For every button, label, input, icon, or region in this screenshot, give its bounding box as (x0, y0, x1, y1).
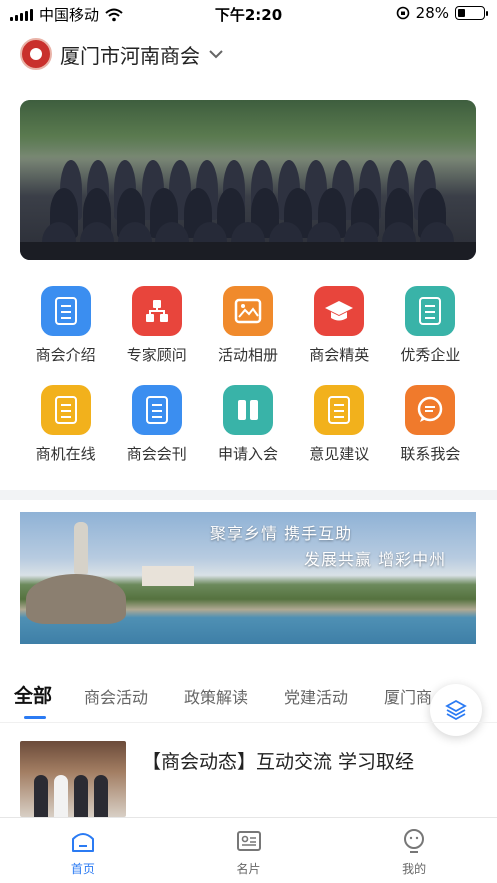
grid-item-contact[interactable]: 联系我会 (385, 385, 476, 464)
news-thumbnail (20, 741, 126, 817)
news-title: 【商会动态】互动交流 学习取经 (142, 751, 415, 773)
layers-icon (445, 699, 467, 721)
clipboard-icon (405, 286, 456, 336)
tab-policy[interactable]: 政策解读 (184, 684, 248, 708)
group-photo-banner[interactable] (20, 100, 476, 260)
banner-slogan-2: 发展共赢 增彩中州 (304, 550, 447, 569)
columns-icon (222, 385, 273, 435)
profile-icon (404, 829, 425, 853)
graduation-cap-icon (314, 286, 365, 336)
function-grid: 商会介绍 专家顾问 活动相册 商会精英 优秀企业 商机在线 商会会刊 申请入会 (20, 286, 476, 464)
note-add-icon (40, 385, 91, 435)
grid-item-label: 专家顾问 (126, 346, 187, 364)
grid-item-label: 商会会刊 (126, 445, 187, 463)
grid-item-elite[interactable]: 商会精英 (294, 286, 385, 365)
orientation-lock-icon (396, 6, 409, 20)
active-tab-indicator (24, 716, 46, 719)
tab-activities[interactable]: 商会活动 (84, 684, 148, 708)
banner-slogan-1: 聚享乡情 携手互助 (210, 524, 353, 543)
tab-xiamen[interactable]: 厦门商 (384, 684, 432, 708)
home-icon (71, 833, 94, 852)
grid-item-enterprises[interactable]: 优秀企业 (385, 286, 476, 365)
org-title: 厦门市河南商会 (60, 43, 200, 68)
battery-percent: 28% (415, 4, 449, 22)
status-bar: 中国移动 下午2:20 28% (0, 0, 497, 28)
org-chart-icon (131, 286, 182, 336)
grid-item-label: 申请入会 (217, 445, 278, 463)
grid-item-experts[interactable]: 专家顾问 (111, 286, 202, 365)
nav-card[interactable]: 名片 (166, 818, 332, 883)
news-item[interactable]: 【商会动态】互动交流 学习取经 (0, 722, 497, 818)
org-switcher[interactable]: 厦门市河南商会 (20, 38, 224, 70)
document-icon (40, 286, 91, 336)
nav-profile[interactable]: 我的 (331, 818, 497, 883)
tab-party[interactable]: 党建活动 (284, 684, 348, 708)
section-divider (0, 490, 497, 500)
nav-home[interactable]: 首页 (0, 818, 166, 883)
grid-item-label: 商会精英 (309, 346, 370, 364)
nav-label: 我的 (402, 862, 427, 876)
tab-all[interactable]: 全部 (14, 681, 52, 708)
category-tabs: 全部 商会活动 政策解读 党建活动 厦门商 河 (0, 676, 497, 722)
grid-item-label: 商会介绍 (35, 346, 96, 364)
note-add-icon (314, 385, 365, 435)
grid-item-label: 活动相册 (217, 346, 278, 364)
grid-item-business[interactable]: 商机在线 (20, 385, 111, 464)
document-icon (131, 385, 182, 435)
grid-item-intro[interactable]: 商会介绍 (20, 286, 111, 365)
grid-item-label: 优秀企业 (400, 346, 461, 364)
grid-item-album[interactable]: 活动相册 (202, 286, 293, 365)
image-icon (222, 286, 273, 336)
nav-label: 名片 (236, 862, 261, 876)
grid-item-label: 意见建议 (309, 445, 370, 463)
battery-icon (455, 6, 488, 20)
nav-label: 首页 (70, 862, 95, 876)
org-logo (20, 38, 52, 70)
chat-bubble-icon (405, 385, 456, 435)
grid-item-label: 商机在线 (35, 445, 96, 463)
business-card-icon (236, 831, 261, 851)
grid-item-join[interactable]: 申请入会 (202, 385, 293, 464)
bottom-nav: 首页 名片 我的 (0, 817, 497, 883)
scenery-banner[interactable]: 聚享乡情 携手互助 发展共赢 增彩中州 (20, 512, 476, 644)
chevron-down-icon (209, 50, 223, 59)
grid-item-label: 联系我会 (400, 445, 461, 463)
grid-item-feedback[interactable]: 意见建议 (294, 385, 385, 464)
grid-item-journal[interactable]: 商会会刊 (111, 385, 202, 464)
